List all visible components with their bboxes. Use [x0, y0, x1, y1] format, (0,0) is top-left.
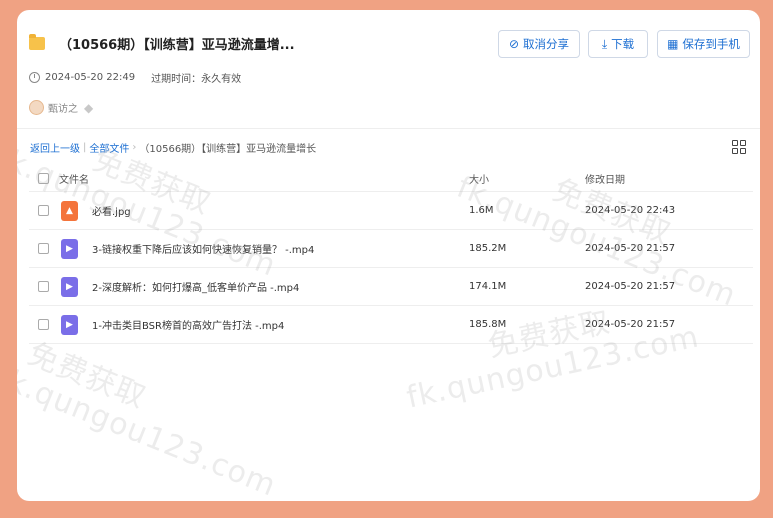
breadcrumb: 返回上一级 | 全部文件 › （10566期）【训练营】亚马逊流量增长 — [30, 140, 316, 155]
header-name[interactable]: 文件名 — [59, 171, 89, 186]
table-header: 文件名 大小 修改日期 — [29, 165, 753, 192]
select-all-checkbox[interactable] — [38, 172, 49, 184]
row-checkbox[interactable] — [38, 243, 49, 254]
file-date: 2024-05-20 21:57 — [585, 319, 676, 330]
row-checkbox[interactable] — [38, 281, 49, 292]
breadcrumb-all-files-link[interactable]: 全部文件 — [89, 140, 129, 155]
table-row[interactable]: ▶ 2-深度解析：如何打爆高_低客单价产品 -.mp4 174.1M 2024-… — [29, 268, 753, 306]
cancel-share-button[interactable]: ⊘ 取消分享 — [498, 30, 580, 58]
share-title: （10566期）【训练营】亚马逊流量增... — [59, 38, 295, 53]
qr-code-icon: ▦ — [667, 37, 679, 51]
file-size: 1.6M — [469, 205, 494, 216]
download-icon: ⤓ — [601, 36, 608, 51]
file-date: 2024-05-20 21:57 — [585, 243, 676, 254]
grid-view-icon[interactable] — [732, 140, 746, 154]
download-button[interactable]: ⤓ 下载 — [588, 30, 648, 58]
sharer-name[interactable]: 甄访之 — [48, 100, 78, 115]
watermark: 免费获取 fk.qungou123.com — [17, 336, 282, 501]
file-name[interactable]: 3-链接权重下降后应该如何快速恢复销量？ -.mp4 — [92, 241, 314, 256]
image-file-icon: ▲ — [61, 200, 78, 221]
expire-value: 永久有效 — [201, 74, 242, 85]
breadcrumb-back-link[interactable]: 返回上一级 — [30, 140, 80, 155]
cancel-icon: ⊘ — [508, 37, 520, 51]
download-label: 下载 — [611, 37, 635, 51]
save-to-phone-button[interactable]: ▦ 保存到手机 — [657, 30, 750, 58]
row-checkbox[interactable] — [38, 319, 49, 330]
file-name[interactable]: 2-深度解析：如何打爆高_低客单价产品 -.mp4 — [92, 279, 299, 294]
folder-icon — [29, 34, 45, 50]
table-row[interactable]: ▶ 3-链接权重下降后应该如何快速恢复销量？ -.mp4 185.2M 2024… — [29, 230, 753, 268]
share-meta: 2024-05-20 22:49 过期时间： 永久有效 — [29, 70, 241, 85]
breadcrumb-separator: › — [132, 142, 137, 153]
file-date: 2024-05-20 22:43 — [585, 205, 676, 216]
diamond-icon: ◆ — [84, 100, 94, 115]
video-file-icon: ▶ — [61, 276, 78, 297]
breadcrumb-separator: | — [83, 142, 87, 153]
table-row[interactable]: ▲ 必看.jpg 1.6M 2024-05-20 22:43 — [29, 192, 753, 230]
video-file-icon: ▶ — [61, 238, 78, 259]
share-date: 2024-05-20 22:49 — [45, 72, 136, 83]
video-file-icon: ▶ — [61, 314, 78, 335]
share-card: （10566期）【训练营】亚马逊流量增... ⊘ 取消分享 ⤓ 下载 ▦ 保存到… — [17, 10, 760, 501]
file-size: 174.1M — [469, 281, 507, 292]
cancel-share-label: 取消分享 — [523, 37, 570, 51]
file-size: 185.8M — [469, 319, 507, 330]
file-name[interactable]: 必看.jpg — [92, 203, 131, 218]
table-row[interactable]: ▶ 1-冲击类目BSR榜首的高效广告打法 -.mp4 185.8M 2024-0… — [29, 306, 753, 344]
title-row: （10566期）【训练营】亚马逊流量增... — [29, 34, 295, 53]
sharer-info: 甄访之 ◆ — [29, 100, 93, 115]
header-size[interactable]: 大小 — [469, 171, 489, 186]
avatar[interactable] — [29, 100, 44, 115]
file-size: 185.2M — [469, 243, 507, 254]
breadcrumb-current: （10566期）【训练营】亚马逊流量增长 — [139, 144, 317, 155]
file-name[interactable]: 1-冲击类目BSR榜首的高效广告打法 -.mp4 — [92, 317, 284, 332]
clock-icon — [29, 72, 40, 83]
divider — [17, 128, 760, 129]
expire-label: 过期时间： — [151, 74, 202, 85]
file-table: 文件名 大小 修改日期 ▲ 必看.jpg 1.6M 2024-05-20 22:… — [29, 165, 753, 344]
file-date: 2024-05-20 21:57 — [585, 281, 676, 292]
header-date[interactable]: 修改日期 — [585, 171, 625, 186]
save-to-phone-label: 保存到手机 — [682, 37, 740, 51]
row-checkbox[interactable] — [38, 205, 49, 216]
